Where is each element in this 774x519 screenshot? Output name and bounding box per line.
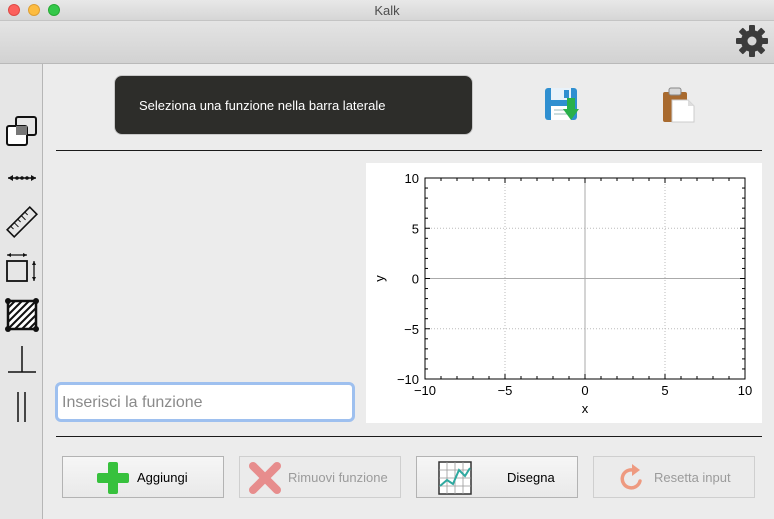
y-tick-label: −10 xyxy=(397,372,419,387)
graph-draw-icon xyxy=(438,461,472,495)
x-tick-label: 5 xyxy=(661,383,668,398)
perpendicular-icon[interactable] xyxy=(4,342,40,378)
toolbar xyxy=(0,21,774,64)
banner-text: Seleziona una funzione nella barra later… xyxy=(139,98,386,113)
x-tick-label: 10 xyxy=(738,383,752,398)
remove-function-button[interactable]: Rimuovi funzione xyxy=(239,456,401,498)
top-divider xyxy=(56,150,762,151)
x-tick-label: −5 xyxy=(498,383,513,398)
reset-input-button-label: Resetta input xyxy=(654,470,731,485)
ruler-icon[interactable] xyxy=(4,204,40,240)
resize-box-icon[interactable] xyxy=(4,250,40,286)
remove-function-button-label: Rimuovi funzione xyxy=(288,470,388,485)
y-axis-label: y xyxy=(372,275,387,282)
overlap-squares-icon[interactable] xyxy=(4,114,40,150)
add-button-label: Aggiungi xyxy=(137,470,188,485)
function-input-frame xyxy=(55,382,355,422)
function-input[interactable] xyxy=(60,389,350,417)
y-tick-label: −5 xyxy=(404,322,419,337)
settings-gear-icon[interactable] xyxy=(733,22,771,60)
clipboard-icon[interactable] xyxy=(658,84,698,124)
title-bar: Kalk xyxy=(0,0,774,21)
draw-button-label: Disegna xyxy=(507,470,555,485)
info-banner: Seleziona una funzione nella barra later… xyxy=(114,75,473,135)
bottom-divider xyxy=(56,436,762,437)
x-tick-label: 0 xyxy=(581,383,588,398)
draw-button[interactable]: Disegna xyxy=(416,456,578,498)
y-tick-label: 0 xyxy=(412,272,419,287)
y-tick-label: 5 xyxy=(412,221,419,236)
x-axis-label: x xyxy=(582,401,589,416)
reset-input-button[interactable]: Resetta input xyxy=(593,456,755,498)
remove-x-icon xyxy=(249,462,281,494)
add-button[interactable]: Aggiungi xyxy=(62,456,224,498)
reset-arrow-icon xyxy=(620,464,642,490)
save-icon[interactable] xyxy=(542,84,582,124)
y-tick-label: 10 xyxy=(405,171,419,186)
plus-icon xyxy=(97,462,129,494)
distance-arrow-icon[interactable] xyxy=(4,160,40,196)
function-plot: −10 −5 0 5 10 10 5 0 −5 −10 x y xyxy=(366,163,762,423)
window-title: Kalk xyxy=(374,3,400,18)
sidebar xyxy=(0,64,43,519)
parallel-icon[interactable] xyxy=(4,388,40,424)
hatched-square-icon[interactable] xyxy=(4,296,40,332)
plot-canvas: −10 −5 0 5 101050−5−10xy xyxy=(372,171,752,416)
